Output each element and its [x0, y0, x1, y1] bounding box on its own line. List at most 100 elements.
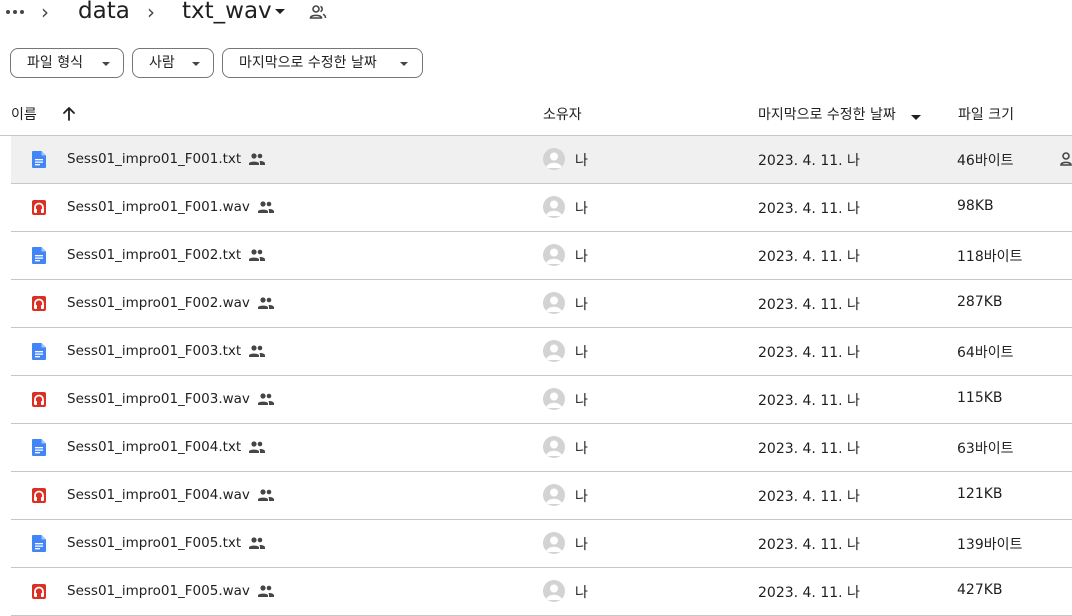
shared-icon — [249, 249, 266, 261]
modified-date: 2023. 4. 11. 나 — [758, 585, 860, 601]
owner-avatar — [543, 580, 565, 602]
owner-avatar — [543, 388, 565, 410]
owner-name: 나 — [575, 249, 588, 265]
modified-date: 2023. 4. 11. 나 — [758, 489, 860, 505]
filter-people-chip[interactable]: 사람 — [132, 48, 214, 78]
file-size: 287KB — [957, 294, 1003, 310]
file-name-text: Sess01_impro01_F002.wav — [67, 295, 250, 311]
google-docs-file-icon — [32, 535, 46, 552]
file-row[interactable]: Sess01_impro01_F003.txt 나 2023. 4. 11. 나… — [11, 328, 1072, 376]
owner-name: 나 — [575, 537, 588, 553]
folder-menu-caret-icon[interactable] — [275, 9, 285, 14]
chip-label: 파일 형식 — [27, 55, 83, 71]
owner-name: 나 — [575, 489, 588, 505]
file-row[interactable]: Sess01_impro01_F001.txt 나 2023. 4. 11. 나… — [11, 136, 1072, 184]
shared-icon — [257, 489, 274, 501]
chevron-right-icon: › — [147, 0, 155, 24]
file-name: Sess01_impro01_F002.wav — [67, 294, 274, 312]
file-name-text: Sess01_impro01_F005.wav — [67, 583, 250, 599]
file-name-text: Sess01_impro01_F004.txt — [67, 439, 242, 455]
shared-icon — [249, 537, 266, 549]
modified-date: 2023. 4. 11. 나 — [758, 153, 860, 169]
file-row[interactable]: Sess01_impro01_F001.wav 나 2023. 4. 11. 나… — [11, 184, 1072, 232]
chevron-down-icon — [400, 62, 408, 66]
file-row[interactable]: Sess01_impro01_F004.wav 나 2023. 4. 11. 나… — [11, 472, 1072, 520]
owner-avatar — [543, 484, 565, 506]
owner-avatar — [543, 340, 565, 362]
breadcrumb-current[interactable]: txt_wav — [182, 0, 272, 25]
file-name: Sess01_impro01_F005.txt — [67, 534, 266, 552]
file-size: 118바이트 — [957, 249, 1023, 265]
file-name-text: Sess01_impro01_F005.txt — [67, 535, 242, 551]
owner-name: 나 — [575, 393, 588, 409]
column-header-owner[interactable]: 소유자 — [543, 106, 582, 124]
google-docs-file-icon — [32, 247, 46, 264]
owner-avatar — [543, 148, 565, 170]
file-row[interactable]: Sess01_impro01_F003.wav 나 2023. 4. 11. 나… — [11, 376, 1072, 424]
file-size: 46바이트 — [957, 153, 1014, 169]
owner-avatar — [543, 532, 565, 554]
chevron-down-icon — [102, 62, 110, 66]
shared-icon — [257, 297, 274, 309]
breadcrumb: › data › txt_wav — [0, 0, 1072, 26]
shared-icon — [257, 393, 274, 405]
file-row[interactable]: Sess01_impro01_F005.wav 나 2023. 4. 11. 나… — [11, 568, 1072, 616]
shared-icon — [257, 585, 274, 597]
owner-avatar — [543, 292, 565, 314]
filter-file-type-chip[interactable]: 파일 형식 — [10, 48, 124, 78]
owner-name: 나 — [575, 153, 588, 169]
file-name: Sess01_impro01_F004.wav — [67, 486, 274, 504]
owner-name: 나 — [575, 201, 588, 217]
shared-icon — [249, 153, 266, 165]
modified-date: 2023. 4. 11. 나 — [758, 345, 860, 361]
owner-avatar — [543, 196, 565, 218]
audio-file-icon — [32, 296, 46, 311]
file-name: Sess01_impro01_F001.wav — [67, 198, 274, 216]
file-size: 139바이트 — [957, 537, 1023, 553]
file-row[interactable]: Sess01_impro01_F002.wav 나 2023. 4. 11. 나… — [11, 280, 1072, 328]
audio-file-icon — [32, 488, 46, 503]
modified-date: 2023. 4. 11. 나 — [758, 201, 860, 217]
file-size: 98KB — [957, 198, 994, 214]
file-name: Sess01_impro01_F003.txt — [67, 342, 266, 360]
column-header-name[interactable]: 이름 — [11, 106, 37, 124]
owner-name: 나 — [575, 585, 588, 601]
file-row[interactable]: Sess01_impro01_F004.txt 나 2023. 4. 11. 나… — [11, 424, 1072, 472]
filter-modified-chip[interactable]: 마지막으로 수정한 날짜 — [222, 48, 423, 78]
modified-date: 2023. 4. 11. 나 — [758, 441, 860, 457]
sort-ascending-arrow-icon[interactable] — [62, 106, 76, 122]
audio-file-icon — [32, 584, 46, 599]
file-name-text: Sess01_impro01_F003.wav — [67, 391, 250, 407]
chevron-right-icon: › — [41, 0, 49, 24]
sort-direction-caret-icon[interactable] — [911, 115, 921, 120]
share-person-icon[interactable] — [1060, 152, 1072, 166]
shared-icon — [249, 441, 266, 453]
column-header-size[interactable]: 파일 크기 — [958, 106, 1014, 124]
modified-date: 2023. 4. 11. 나 — [758, 393, 860, 409]
more-breadcrumb-icon[interactable] — [6, 6, 26, 18]
shared-people-icon[interactable] — [309, 4, 327, 20]
breadcrumb-parent[interactable]: data — [78, 0, 130, 25]
owner-avatar — [543, 436, 565, 458]
google-docs-file-icon — [32, 151, 46, 168]
file-row[interactable]: Sess01_impro01_F005.txt 나 2023. 4. 11. 나… — [11, 520, 1072, 568]
file-name: Sess01_impro01_F002.txt — [67, 246, 266, 264]
file-name-text: Sess01_impro01_F004.wav — [67, 487, 250, 503]
chip-label: 마지막으로 수정한 날짜 — [239, 55, 377, 71]
owner-name: 나 — [575, 345, 588, 361]
file-row[interactable]: Sess01_impro01_F002.txt 나 2023. 4. 11. 나… — [11, 232, 1072, 280]
file-name: Sess01_impro01_F004.txt — [67, 438, 266, 456]
owner-name: 나 — [575, 441, 588, 457]
file-list: Sess01_impro01_F001.txt 나 2023. 4. 11. 나… — [0, 136, 1072, 616]
audio-file-icon — [32, 392, 46, 407]
file-size: 64바이트 — [957, 345, 1014, 361]
file-name: Sess01_impro01_F005.wav — [67, 582, 274, 600]
chip-label: 사람 — [149, 55, 175, 71]
shared-icon — [249, 345, 266, 357]
column-header-modified[interactable]: 마지막으로 수정한 날짜 — [758, 106, 896, 124]
google-docs-file-icon — [32, 343, 46, 360]
audio-file-icon — [32, 200, 46, 215]
file-name-text: Sess01_impro01_F003.txt — [67, 343, 242, 359]
owner-avatar — [543, 244, 565, 266]
file-size: 427KB — [957, 582, 1003, 598]
